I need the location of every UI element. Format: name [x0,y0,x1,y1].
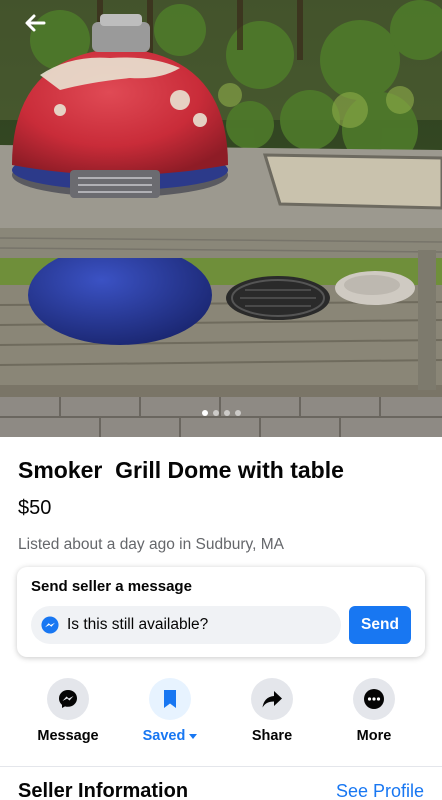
listing-title: Smoker Grill Dome with table [18,457,344,483]
message-action-label: Message [37,728,99,744]
listing-photo[interactable] [0,0,442,437]
saved-action-circle [149,678,191,720]
carousel-dot[interactable] [212,410,219,416]
saved-action-label: Saved [143,728,198,744]
carousel-dot[interactable] [201,410,208,416]
see-profile-link[interactable]: See Profile [336,781,424,800]
share-action-label: Share [251,728,293,744]
carousel-dot[interactable] [223,410,230,416]
listing-meta: Listed about a day ago in Sudbury, MA [18,536,284,553]
message-input-wrapper[interactable] [31,606,341,644]
messenger-icon [59,690,77,708]
message-action-circle [47,678,89,720]
listing-price: $50 [18,497,52,519]
saved-action-text: Saved [142,728,186,744]
send-button[interactable]: Send [349,606,411,644]
share-action-button[interactable]: Share [222,678,322,744]
more-action-circle [353,678,395,720]
saved-action-button[interactable]: Saved [120,678,220,744]
arrow-left-icon [25,14,46,32]
share-arrow-icon [262,691,282,708]
message-card-heading: Send seller a message [31,578,192,595]
grill-photo [0,0,442,437]
action-bar: Message Saved Share More [0,678,442,758]
more-action-button[interactable]: More [324,678,424,744]
message-input[interactable] [67,616,327,634]
message-seller-card: Send seller a message Send [17,567,425,657]
carousel-dot[interactable] [234,410,241,416]
share-action-circle [251,678,293,720]
seller-information-heading: Seller Information [18,780,189,800]
more-action-label: More [356,728,392,744]
section-divider [0,766,442,767]
carousel-indicator [0,410,442,416]
back-button[interactable] [20,8,50,38]
messenger-icon [41,616,59,634]
bookmark-icon [164,690,176,708]
chevron-down-icon [189,733,198,739]
message-action-button[interactable]: Message [18,678,118,744]
more-dots-icon [364,689,384,709]
